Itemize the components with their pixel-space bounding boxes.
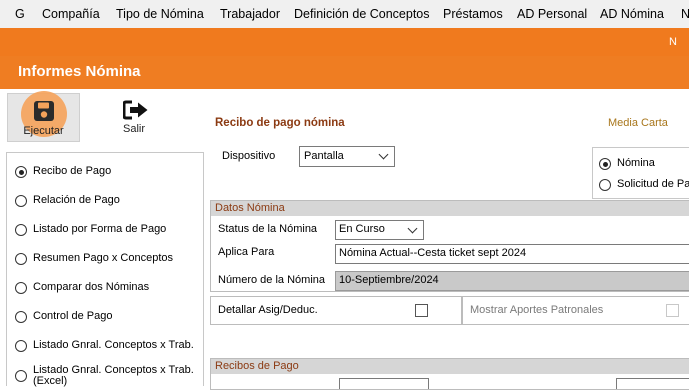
menu-definicion-conceptos[interactable]: Definición de Conceptos xyxy=(294,7,430,21)
radio-button[interactable] xyxy=(15,311,27,323)
group-title: Datos Nómina xyxy=(215,202,285,214)
report-option-label: Listado por Forma de Pago xyxy=(33,223,167,235)
floppy-disk-icon xyxy=(34,101,54,121)
radio-button[interactable] xyxy=(15,282,27,294)
radio-button[interactable] xyxy=(15,253,27,265)
corner-label: N xyxy=(669,36,677,48)
aplica-select[interactable]: Nómina Actual--Cesta ticket sept 2024 xyxy=(335,244,689,264)
radio-button-checked[interactable] xyxy=(15,166,27,178)
page-title: Informes Nómina xyxy=(18,63,141,80)
report-option-label: Resumen Pago x Conceptos xyxy=(33,252,174,264)
numero-field[interactable]: 10-Septiembre/2024 xyxy=(335,271,689,291)
report-option-label: Listado Gnral. Conceptos x Trab. (Excel) xyxy=(33,364,194,387)
report-option-label: Listado Gnral. Conceptos x Trab. xyxy=(33,339,194,351)
menu-ad-personal[interactable]: AD Personal xyxy=(517,7,587,21)
dispositivo-select[interactable]: Pantalla xyxy=(299,146,395,167)
aplica-label: Aplica Para xyxy=(218,246,275,258)
radio-button[interactable] xyxy=(15,370,27,382)
tipo-option-label: Solicitud de Pag xyxy=(617,178,689,190)
aportes-option: Mostrar Aportes Patronales xyxy=(461,296,689,325)
tipo-option-label: Nómina xyxy=(617,157,655,169)
report-option-label: Control de Pago xyxy=(33,310,113,322)
recibos-pago-header: Recibos de Pago xyxy=(211,359,689,374)
menu-g[interactable]: G xyxy=(15,7,25,21)
menu-tipo-nomina[interactable]: Tipo de Nómina xyxy=(116,7,204,21)
radio-button-checked[interactable] xyxy=(599,158,611,170)
tipo-group: Nómina Solicitud de Pag xyxy=(592,147,689,199)
report-option-label: Recibo de Pago xyxy=(33,165,112,177)
radio-button[interactable] xyxy=(15,224,27,236)
salir-label: Salir xyxy=(122,123,145,135)
numero-value: 10-Septiembre/2024 xyxy=(339,274,439,286)
detallar-option: Detallar Asig/Deduc. xyxy=(210,296,463,325)
section-title: Recibo de pago nómina xyxy=(215,117,345,129)
report-option-label: Relación de Pago xyxy=(33,194,120,206)
exit-icon xyxy=(123,100,148,120)
menu-n[interactable]: N xyxy=(681,7,689,21)
datos-nomina-header: Datos Nómina xyxy=(211,201,689,216)
menu-compania[interactable]: Compañía xyxy=(42,7,100,21)
menu-trabajador[interactable]: Trabajador xyxy=(220,7,280,21)
aportes-label: Mostrar Aportes Patronales xyxy=(470,304,604,316)
status-label: Status de la Nómina xyxy=(218,223,318,235)
menu-prestamos[interactable]: Préstamos xyxy=(443,7,503,21)
menubar: G Compañía Tipo de Nómina Trabajador Def… xyxy=(0,0,689,29)
recibos-select-1[interactable] xyxy=(339,378,429,389)
numero-label: Número de la Nómina xyxy=(218,274,325,286)
window-top-bar: N xyxy=(0,28,689,56)
ejecutar-button[interactable]: Ejecutar xyxy=(7,91,80,142)
media-carta-link[interactable]: Media Carta xyxy=(608,117,668,129)
report-type-list: Recibo de Pago Relación de Pago Listado … xyxy=(6,152,204,387)
radio-button[interactable] xyxy=(15,340,27,352)
salir-button[interactable]: Salir xyxy=(108,97,160,141)
dispositivo-label: Dispositivo xyxy=(222,150,276,162)
chevron-down-icon xyxy=(407,223,418,234)
ejecutar-label: Ejecutar xyxy=(23,125,64,137)
title-bar: Informes Nómina xyxy=(0,56,689,89)
detallar-label: Detallar Asig/Deduc. xyxy=(218,304,318,316)
status-value: En Curso xyxy=(339,223,385,235)
radio-button[interactable] xyxy=(599,179,611,191)
aplica-value: Nómina Actual--Cesta ticket sept 2024 xyxy=(339,247,527,259)
status-select[interactable]: En Curso xyxy=(335,220,424,240)
radio-button[interactable] xyxy=(15,195,27,207)
recibos-select-2[interactable] xyxy=(616,378,689,389)
menu-ad-nomina[interactable]: AD Nómina xyxy=(600,7,664,21)
dispositivo-value: Pantalla xyxy=(304,150,344,162)
chevron-down-icon xyxy=(378,149,389,160)
detallar-checkbox[interactable] xyxy=(415,304,428,317)
aportes-checkbox[interactable] xyxy=(666,304,679,317)
group-title: Recibos de Pago xyxy=(215,360,299,372)
report-option-label: Comparar dos Nóminas xyxy=(33,281,150,293)
